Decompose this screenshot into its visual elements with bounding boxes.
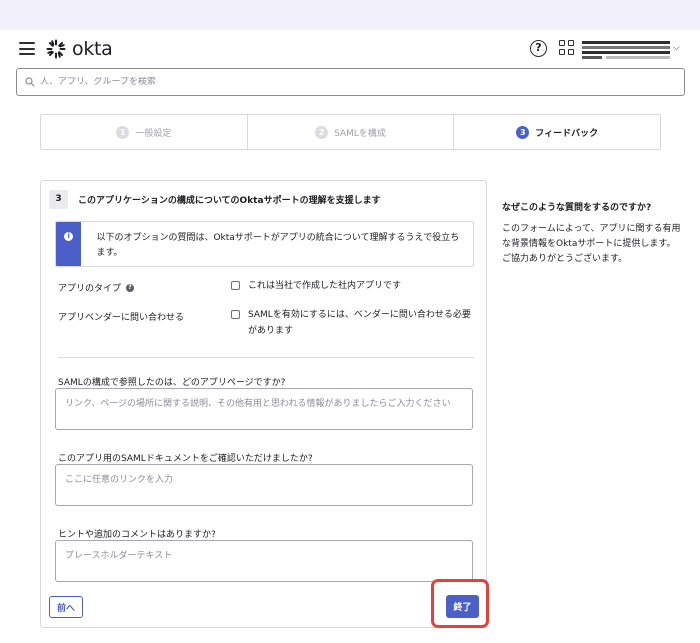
divider [58,357,474,358]
back-button[interactable]: 前へ [49,596,83,618]
vendor-row: アプリベンダーに問い合わせる [58,310,184,323]
wizard-steps: 1 一般設定 2 SAMLを構成 3 フィードバック [40,114,661,150]
q1-textarea[interactable] [55,388,473,430]
search-bar[interactable] [16,68,685,96]
app-type-option[interactable]: これは当社で作成した社内アプリです [231,278,471,294]
apps-grid-icon[interactable] [559,40,574,55]
q2-textarea[interactable] [55,464,473,506]
section-title: このアプリケーションの構成についてのOktaサポートの理解を支援します [78,195,381,206]
step-label: 一般設定 [135,128,172,139]
q2-label: このアプリ用のSAMLドキュメントをご確認いただけましたか? [58,454,313,464]
redacted-user-org [606,56,670,59]
contact-vendor-label: SAMLを有効にするには、ベンダーに問い合わせる必要があります [248,310,471,336]
q3-label: ヒントや追加のコメントはありますか? [58,530,216,540]
vendor-label: アプリベンダーに問い合わせる [58,313,185,323]
redacted-user-name [582,51,670,54]
info-callout: i 以下のオプションの質問は、Oktaサポートがアプリの統合について理解するうえ… [55,221,474,267]
step-label: フィードバック [535,128,599,139]
top-header: okta ? ⌵ [0,30,700,68]
top-strip [0,0,700,30]
card-header: 3 このアプリケーションの構成についてのOktaサポートの理解を支援します [49,189,381,209]
step-number: 3 [516,125,530,139]
finish-button[interactable]: 終了 [446,595,479,618]
q3-textarea[interactable] [55,540,473,582]
logo-text: okta [72,38,113,60]
menu-icon[interactable] [19,42,35,55]
feedback-card: 3 このアプリケーションの構成についてのOktaサポートの理解を支援します i … [40,180,487,628]
step-general-settings[interactable]: 1 一般設定 [41,115,248,149]
sidebar-title: なぜこのような質問をするのですか? [502,203,652,213]
internal-app-checkbox[interactable] [231,281,240,290]
info-bar: i [56,222,82,266]
redacted-user-org [582,56,602,59]
okta-sunburst-icon [46,39,66,59]
info-text: 以下のオプションの質問は、Oktaサポートがアプリの統合について理解するうえで役… [96,233,460,258]
vendor-option[interactable]: SAMLを有効にするには、ベンダーに問い合わせる必要があります [231,307,471,339]
step-feedback[interactable]: 3 フィードバック [454,115,660,149]
user-menu[interactable]: ⌵ [582,40,682,60]
app-type-row: アプリのタイプ ? [58,281,135,294]
q1-label: SAMLの構成で参照したのは、どのアプリページですか? [58,378,286,388]
contact-vendor-checkbox[interactable] [231,310,240,319]
search-icon [25,77,35,87]
redacted-user-name [582,46,670,49]
step-number: 2 [315,125,329,139]
sidebar-text: このフォームによって、アプリに関する有用な背景情報をOktaサポートに提供します… [502,224,681,264]
app-type-label: アプリのタイプ [58,284,122,294]
help-tooltip-icon[interactable]: ? [126,283,135,292]
section-number: 3 [49,189,68,209]
step-number: 1 [116,125,130,139]
internal-app-label: これは当社で作成した社内アプリです [248,281,402,291]
help-icon[interactable]: ? [530,40,547,57]
step-label: SAMLを構成 [334,128,386,139]
okta-logo[interactable]: okta [46,37,113,61]
chevron-down-icon: ⌵ [673,43,680,53]
step-configure-saml[interactable]: 2 SAMLを構成 [248,115,455,149]
search-input[interactable] [40,77,640,87]
redacted-user-name [582,41,670,44]
info-icon: i [64,232,74,241]
